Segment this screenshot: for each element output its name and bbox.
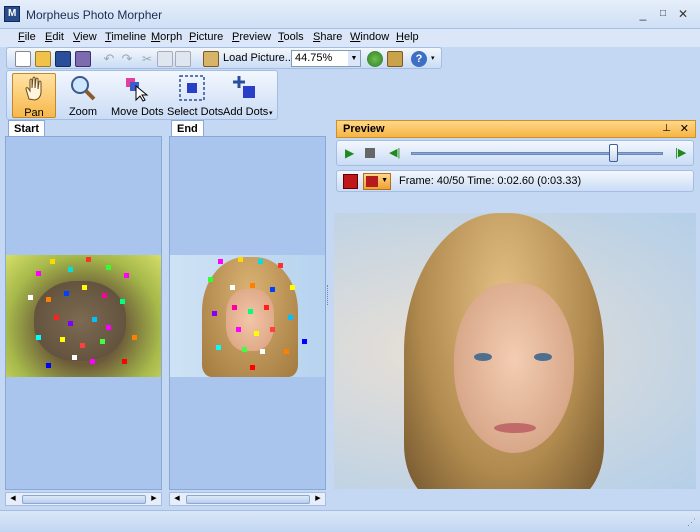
preview-playback-controls: ▶ ◀| |▶ (336, 140, 694, 166)
scroll-left-icon[interactable]: ◀ (171, 493, 183, 505)
magnifier-icon (69, 74, 97, 102)
start-image[interactable] (6, 255, 161, 377)
zoom-select[interactable]: 44.75% ▼ (291, 50, 361, 67)
status-bar: ⋰ (0, 510, 700, 532)
menu-help[interactable]: Help (396, 31, 419, 43)
chevron-down-icon[interactable]: ▼ (348, 51, 360, 66)
pan-label: Pan (24, 107, 44, 119)
close-icon[interactable]: ✕ (680, 122, 689, 135)
menu-bar: File Edit View Timeline Morph Picture Pr… (0, 29, 700, 47)
effect-icon (366, 176, 378, 187)
menu-window[interactable]: Window (350, 31, 389, 43)
preview-panel-header: Preview ⊥ ✕ (336, 120, 696, 138)
step-back-icon[interactable]: ◀| (389, 146, 400, 159)
end-image[interactable] (170, 255, 325, 377)
close-button[interactable]: ✕ (675, 7, 691, 21)
preview-info-bar: ▼ Frame: 40/50 Time: 0:02.60 (0:03.33) (336, 170, 694, 192)
scroll-thumb[interactable] (22, 495, 146, 504)
kitten-photo (34, 281, 126, 361)
paste-icon[interactable] (175, 51, 191, 67)
step-forward-icon[interactable]: |▶ (675, 146, 686, 159)
scroll-thumb[interactable] (186, 495, 310, 504)
maximize-button[interactable]: □ (655, 7, 671, 21)
zoom-value: 44.75% (295, 52, 333, 64)
menu-morph[interactable]: Morph (151, 31, 182, 43)
tab-start[interactable]: Start (8, 120, 46, 137)
cut-icon[interactable]: ✂ (139, 51, 155, 67)
pan-tool-button[interactable]: Pan (12, 73, 56, 119)
toolbar-options-icon[interactable]: ▾ (269, 109, 273, 117)
timeline-slider-track[interactable] (411, 152, 663, 155)
zoom-tool-button[interactable]: Zoom (61, 73, 105, 118)
minimize-button[interactable]: _ (635, 7, 651, 21)
effect-dropdown[interactable]: ▼ (363, 173, 391, 190)
toolbar-options-icon[interactable]: ▾ (431, 51, 439, 67)
face-shape (226, 289, 274, 351)
menu-share[interactable]: Share (313, 31, 342, 43)
start-horizontal-scrollbar[interactable]: ◀ ▶ (5, 492, 162, 506)
frame-info: Frame: 40/50 Time: 0:02.60 (0:03.33) (399, 175, 582, 187)
load-picture-button[interactable]: Load Picture... (223, 52, 294, 64)
preview-image[interactable] (334, 213, 696, 489)
mouth (494, 423, 536, 433)
save-icon[interactable] (55, 51, 71, 67)
menu-edit[interactable]: Edit (45, 31, 64, 43)
add-dots-tool-button[interactable]: Add Dots (223, 73, 269, 118)
select-dots-label: Select Dots (167, 106, 224, 118)
resize-grip-icon[interactable]: ⋰ (687, 517, 696, 528)
end-panel[interactable] (169, 136, 326, 490)
timeline-slider-thumb[interactable] (608, 144, 618, 162)
tools-toolbar: Pan Zoom Move Dots Select Dots Add Dots … (6, 70, 278, 120)
tab-end[interactable]: End (171, 120, 204, 137)
select-dots-tool-button[interactable]: Select Dots (167, 73, 224, 118)
new-icon[interactable] (15, 51, 31, 67)
right-eye (534, 353, 552, 361)
start-panel[interactable] (5, 136, 162, 490)
menu-view[interactable]: View (73, 31, 97, 43)
move-dots-icon (122, 74, 150, 102)
window-title: Morpheus Photo Morpher (26, 8, 163, 22)
add-dots-icon (231, 74, 259, 102)
splitter-handle[interactable] (327, 285, 330, 305)
menu-tools[interactable]: Tools (278, 31, 304, 43)
move-dots-tool-button[interactable]: Move Dots (111, 73, 164, 118)
morph-editor-area: Start End ◀ ▶ ◀ ▶ (0, 120, 332, 510)
pin-icon[interactable]: ⊥ (662, 123, 671, 134)
title-bar: Morpheus Photo Morpher _ □ ✕ (0, 0, 700, 29)
color-swatch-icon[interactable] (343, 174, 358, 189)
globe-icon[interactable] (367, 51, 383, 67)
stop-icon[interactable] (365, 148, 375, 158)
help-icon[interactable]: ? (411, 51, 427, 67)
end-horizontal-scrollbar[interactable]: ◀ ▶ (169, 492, 326, 506)
undo-icon[interactable]: ↶ (101, 51, 117, 67)
menu-preview[interactable]: Preview (232, 31, 271, 43)
redo-icon[interactable]: ↷ (119, 51, 135, 67)
load-picture-icon[interactable] (203, 51, 219, 67)
hand-icon (20, 75, 48, 103)
preview-title: Preview (343, 123, 385, 135)
add-dots-label: Add Dots (223, 106, 269, 118)
menu-file[interactable]: File (18, 31, 36, 43)
menu-timeline[interactable]: Timeline (105, 31, 146, 43)
copy-icon[interactable] (157, 51, 173, 67)
save-all-icon[interactable] (75, 51, 91, 67)
scroll-right-icon[interactable]: ▶ (148, 493, 160, 505)
menu-picture[interactable]: Picture (189, 31, 223, 43)
standard-toolbar: ↶ ↷ ✂ Load Picture... 44.75% ▼ ? ▾ (6, 47, 442, 69)
select-dots-icon (178, 74, 206, 102)
scroll-right-icon[interactable]: ▶ (312, 493, 324, 505)
zoom-label: Zoom (68, 106, 98, 118)
play-icon[interactable]: ▶ (345, 146, 354, 160)
open-icon[interactable] (35, 51, 51, 67)
scroll-left-icon[interactable]: ◀ (7, 493, 19, 505)
app-icon (4, 6, 20, 22)
export-icon[interactable] (387, 51, 403, 67)
move-dots-label: Move Dots (111, 106, 164, 118)
left-eye (474, 353, 492, 361)
chevron-down-icon: ▼ (381, 177, 388, 184)
